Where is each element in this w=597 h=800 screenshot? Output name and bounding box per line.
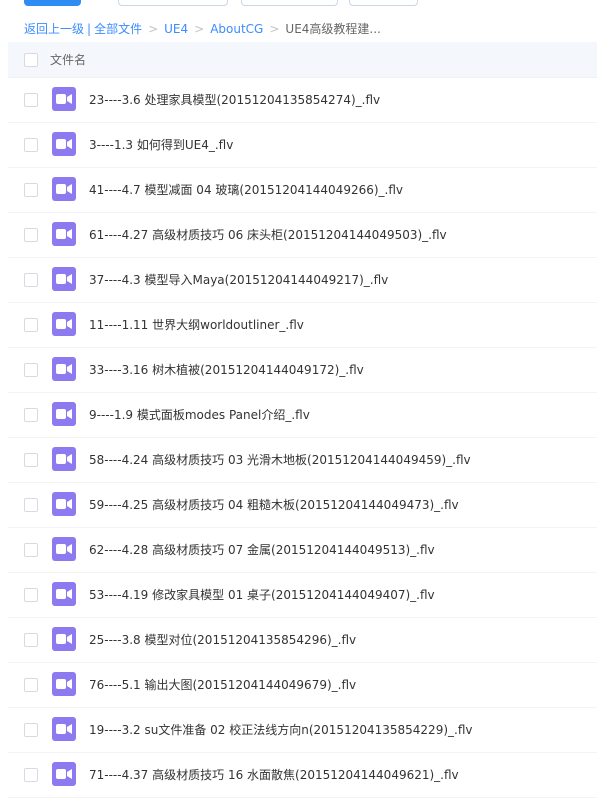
row-checkbox[interactable] [24, 318, 38, 332]
file-row[interactable]: 58----4.24 高级材质技巧 03 光滑木地板(2015120414404… [8, 438, 597, 483]
file-row[interactable]: 33----3.16 树木植被(20151204144049172)_.flv [8, 348, 597, 393]
file-row[interactable]: 62----4.28 高级材质技巧 07 金属(2015120414404951… [8, 528, 597, 573]
file-name[interactable]: 3----1.3 如何得到UE4_.flv [89, 123, 233, 167]
video-file-icon [52, 627, 76, 651]
file-name[interactable]: 19----3.2 su文件准备 02 校正法线方向n(201512041358… [89, 708, 472, 752]
file-name[interactable]: 25----3.8 模型对位(20151204135854296)_.flv [89, 618, 356, 662]
row-checkbox[interactable] [24, 723, 38, 737]
file-name[interactable]: 53----4.19 修改家具模型 01 桌子(2015120414404940… [89, 573, 435, 617]
file-name[interactable]: 33----3.16 树木植被(20151204144049172)_.flv [89, 348, 364, 392]
video-file-icon [52, 177, 76, 201]
download-button[interactable] [241, 0, 338, 6]
video-file-icon [52, 672, 76, 696]
breadcrumb-separator: > [194, 22, 205, 36]
video-file-icon [52, 267, 76, 291]
breadcrumb-item-ue4[interactable]: UE4 [164, 22, 188, 36]
file-row[interactable]: 3----1.3 如何得到UE4_.flv [8, 123, 597, 168]
video-file-icon [52, 222, 76, 246]
row-checkbox[interactable] [24, 408, 38, 422]
file-row[interactable]: 23----3.6 处理家具模型(20151204135854274)_.flv [8, 78, 597, 123]
file-row[interactable]: 59----4.25 高级材质技巧 04 粗糙木板(20151204144049… [8, 483, 597, 528]
row-checkbox[interactable] [24, 93, 38, 107]
row-checkbox[interactable] [24, 543, 38, 557]
file-name[interactable]: 11----1.11 世界大纲worldoutliner_.flv [89, 303, 304, 347]
video-file-icon [52, 357, 76, 381]
row-checkbox[interactable] [24, 633, 38, 647]
video-file-icon [52, 537, 76, 561]
row-checkbox[interactable] [24, 273, 38, 287]
file-name[interactable]: 9----1.9 模式面板modes Panel介绍_.flv [89, 393, 310, 437]
row-checkbox[interactable] [24, 768, 38, 782]
file-name[interactable]: 71----4.37 高级材质技巧 16 水面散焦(20151204144049… [89, 753, 459, 797]
file-row[interactable]: 19----3.2 su文件准备 02 校正法线方向n(201512041358… [8, 708, 597, 753]
column-filename[interactable]: 文件名 [50, 42, 86, 78]
file-row[interactable]: 76----5.1 输出大图(20151204144049679)_.flv [8, 663, 597, 708]
video-file-icon [52, 762, 76, 786]
video-file-icon [52, 492, 76, 516]
select-all-checkbox[interactable] [24, 53, 38, 67]
row-checkbox[interactable] [24, 453, 38, 467]
breadcrumb-item-aboutcg[interactable]: AboutCG [210, 22, 263, 36]
breadcrumb-current: UE4高级教程建... [285, 22, 381, 36]
row-checkbox[interactable] [24, 588, 38, 602]
toolbar [0, 0, 597, 8]
row-checkbox[interactable] [24, 363, 38, 377]
file-row[interactable]: 41----4.7 模型减面 04 玻璃(20151204144049266)_… [8, 168, 597, 213]
breadcrumb-separator: > [269, 22, 280, 36]
file-row[interactable]: 61----4.27 高级材质技巧 06 床头柜(201512041440495… [8, 213, 597, 258]
file-row[interactable]: 71----4.37 高级材质技巧 16 水面散焦(20151204144049… [8, 753, 597, 798]
row-checkbox[interactable] [24, 183, 38, 197]
file-name[interactable]: 23----3.6 处理家具模型(20151204135854274)_.flv [89, 78, 380, 122]
file-name[interactable]: 58----4.24 高级材质技巧 03 光滑木地板(2015120414404… [89, 438, 471, 482]
breadcrumb-divider: | [87, 22, 92, 36]
file-name[interactable]: 37----4.3 模型导入Maya(20151204144049217)_.f… [89, 258, 388, 302]
all-files-link[interactable]: 全部文件 [94, 22, 142, 36]
new-folder-button[interactable] [118, 0, 228, 6]
video-file-icon [52, 717, 76, 741]
file-row[interactable]: 9----1.9 模式面板modes Panel介绍_.flv [8, 393, 597, 438]
breadcrumb-separator: > [148, 22, 159, 36]
file-name[interactable]: 61----4.27 高级材质技巧 06 床头柜(201512041440495… [89, 213, 447, 257]
row-checkbox[interactable] [24, 228, 38, 242]
breadcrumb: 返回上一级 | 全部文件 > UE4 > AboutCG > UE4高级教程建... [24, 20, 381, 38]
file-list-header: 文件名 [8, 42, 597, 78]
file-row[interactable]: 37----4.3 模型导入Maya(20151204144049217)_.f… [8, 258, 597, 303]
row-checkbox[interactable] [24, 138, 38, 152]
file-row[interactable]: 25----3.8 模型对位(20151204135854296)_.flv [8, 618, 597, 663]
video-file-icon [52, 402, 76, 426]
file-row[interactable]: 11----1.11 世界大纲worldoutliner_.flv [8, 303, 597, 348]
upload-button[interactable] [24, 0, 81, 6]
file-name[interactable]: 76----5.1 输出大图(20151204144049679)_.flv [89, 663, 356, 707]
video-file-icon [52, 582, 76, 606]
file-name[interactable]: 41----4.7 模型减面 04 玻璃(20151204144049266)_… [89, 168, 403, 212]
video-file-icon [52, 87, 76, 111]
video-file-icon [52, 312, 76, 336]
row-checkbox[interactable] [24, 498, 38, 512]
video-file-icon [52, 132, 76, 156]
row-checkbox[interactable] [24, 678, 38, 692]
file-name[interactable]: 62----4.28 高级材质技巧 07 金属(2015120414404951… [89, 528, 435, 572]
more-button[interactable] [349, 0, 418, 6]
file-row[interactable]: 53----4.19 修改家具模型 01 桌子(2015120414404940… [8, 573, 597, 618]
file-name[interactable]: 59----4.25 高级材质技巧 04 粗糙木板(20151204144049… [89, 483, 459, 527]
video-file-icon [52, 447, 76, 471]
back-link[interactable]: 返回上一级 [24, 22, 84, 36]
